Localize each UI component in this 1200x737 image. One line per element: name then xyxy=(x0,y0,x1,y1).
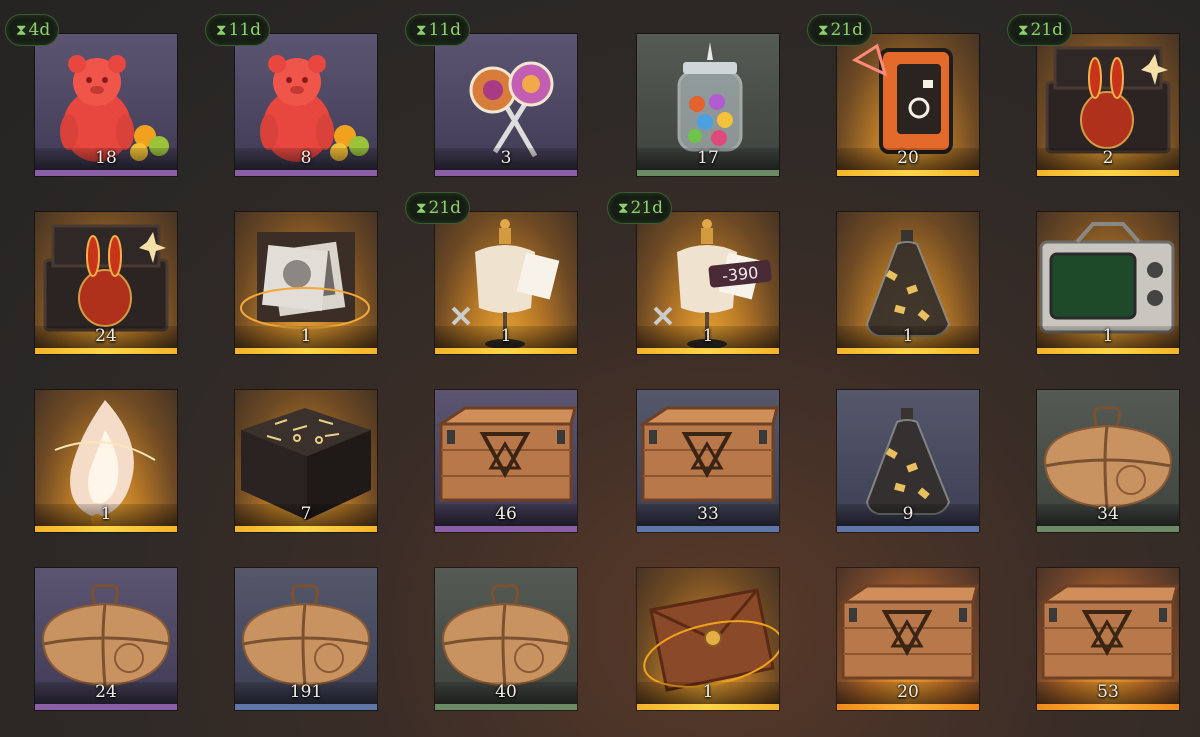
item-count: 1 xyxy=(902,326,914,346)
item-count: 1 xyxy=(702,682,714,702)
expiry-timer: ⧗ 21d xyxy=(607,192,673,224)
expiry-timer: ⧗ 21d xyxy=(405,192,471,224)
item-count: 20 xyxy=(897,148,919,168)
item-count: 1 xyxy=(1102,326,1114,346)
item-count: 24 xyxy=(95,326,117,346)
expiry-timer: ⧗ 11d xyxy=(205,14,271,46)
rarity-bar xyxy=(1037,704,1179,710)
rarity-bar xyxy=(837,170,979,176)
item-count: 8 xyxy=(300,148,312,168)
item-count: 33 xyxy=(697,504,719,524)
item-slot-wood-crate[interactable]: 46 xyxy=(435,390,577,532)
item-count: 18 xyxy=(95,148,117,168)
rarity-bar xyxy=(1037,348,1179,354)
rarity-bar xyxy=(235,704,377,710)
item-slot-bunny-crate[interactable]: 24 xyxy=(35,212,177,354)
item-slot-mannequin-discount[interactable]: -390 1 ⧗ 21d xyxy=(607,192,779,354)
item-slot-bottle[interactable]: 1 xyxy=(837,212,979,354)
item-slot-parcel[interactable]: 40 xyxy=(435,568,577,710)
rarity-bar xyxy=(435,170,577,176)
hourglass-icon: ⧗ xyxy=(1018,21,1029,39)
item-slot-wood-crate[interactable]: 53 xyxy=(1037,568,1179,710)
hourglass-icon: ⧗ xyxy=(416,199,427,217)
item-slot-wood-crate[interactable]: 33 xyxy=(637,390,779,532)
rarity-bar xyxy=(35,348,177,354)
item-slot-mannequin[interactable]: 1 ⧗ 21d xyxy=(405,192,577,354)
timer-text: 21d xyxy=(1030,20,1064,40)
item-count: 46 xyxy=(495,504,517,524)
item-count: 1 xyxy=(500,326,512,346)
expiry-timer: ⧗ 11d xyxy=(405,14,471,46)
hourglass-icon: ⧗ xyxy=(416,21,427,39)
item-count: 53 xyxy=(1097,682,1119,702)
hourglass-icon: ⧗ xyxy=(618,199,629,217)
timer-text: 21d xyxy=(428,198,462,218)
item-slot-envelope[interactable]: 1 xyxy=(637,568,779,710)
item-count: 34 xyxy=(1097,504,1119,524)
item-slot-lollipops[interactable]: 3 ⧗ 11d xyxy=(405,14,577,176)
item-count: 3 xyxy=(500,148,512,168)
item-count: 40 xyxy=(495,682,517,702)
rarity-bar xyxy=(435,704,577,710)
hourglass-icon: ⧗ xyxy=(16,21,27,39)
item-slot-parcel[interactable]: 24 xyxy=(35,568,177,710)
item-slot-rune-cube[interactable]: 7 xyxy=(235,390,377,532)
rarity-bar xyxy=(435,526,577,532)
item-count: 1 xyxy=(300,326,312,346)
item-count: 17 xyxy=(697,148,719,168)
item-count: 191 xyxy=(289,682,323,702)
rarity-bar xyxy=(235,348,377,354)
rarity-bar xyxy=(837,526,979,532)
item-count: 9 xyxy=(902,504,914,524)
timer-text: 11d xyxy=(428,20,462,40)
item-slot-wood-crate[interactable]: 20 xyxy=(837,568,979,710)
item-count: 1 xyxy=(100,504,112,524)
discount-tag: -390 xyxy=(721,263,759,286)
rarity-bar xyxy=(837,704,979,710)
inventory-grid: 18 ⧗ 4d 8 ⧗ 11d 3 ⧗ 11d 17 20 ⧗ 21d 2 ⧗ … xyxy=(0,0,1200,737)
rarity-bar xyxy=(435,348,577,354)
rarity-bar xyxy=(637,348,779,354)
item-slot-bunny-box[interactable]: 2 ⧗ 21d xyxy=(1007,14,1179,176)
rarity-bar xyxy=(235,170,377,176)
rarity-bar xyxy=(637,170,779,176)
item-slot-candy-jar[interactable]: 17 xyxy=(637,34,779,176)
rarity-bar xyxy=(1037,170,1179,176)
expiry-timer: ⧗ 21d xyxy=(1007,14,1073,46)
item-slot-photo-box[interactable]: 1 xyxy=(235,212,377,354)
item-slot-parcel[interactable]: 34 xyxy=(1037,390,1179,532)
expiry-timer: ⧗ 21d xyxy=(807,14,873,46)
item-count: 24 xyxy=(95,682,117,702)
rarity-bar xyxy=(637,526,779,532)
item-slot-radio-tv[interactable]: 1 xyxy=(1037,212,1179,354)
timer-text: 21d xyxy=(830,20,864,40)
timer-text: 11d xyxy=(228,20,262,40)
timer-text: 4d xyxy=(28,20,51,40)
item-slot-parcel[interactable]: 191 xyxy=(235,568,377,710)
hourglass-icon: ⧗ xyxy=(216,21,227,39)
item-slot-gummy-bear[interactable]: 8 ⧗ 11d xyxy=(205,14,377,176)
timer-text: 21d xyxy=(630,198,664,218)
expiry-timer: ⧗ 4d xyxy=(5,14,60,46)
item-slot-bottle[interactable]: 9 xyxy=(837,390,979,532)
rarity-bar xyxy=(837,348,979,354)
rarity-bar xyxy=(35,704,177,710)
rarity-bar xyxy=(637,704,779,710)
rarity-bar xyxy=(35,526,177,532)
rarity-bar xyxy=(35,170,177,176)
item-count: 7 xyxy=(300,504,312,524)
item-count: 20 xyxy=(897,682,919,702)
rarity-bar xyxy=(1037,526,1179,532)
item-slot-spirit-flame[interactable]: 1 xyxy=(35,390,177,532)
rarity-bar xyxy=(235,526,377,532)
item-slot-gummy-bear[interactable]: 18 ⧗ 4d xyxy=(5,14,177,176)
item-count: 1 xyxy=(702,326,714,346)
hourglass-icon: ⧗ xyxy=(818,21,829,39)
item-slot-rune-device[interactable]: 20 ⧗ 21d xyxy=(807,14,979,176)
item-count: 2 xyxy=(1102,148,1114,168)
